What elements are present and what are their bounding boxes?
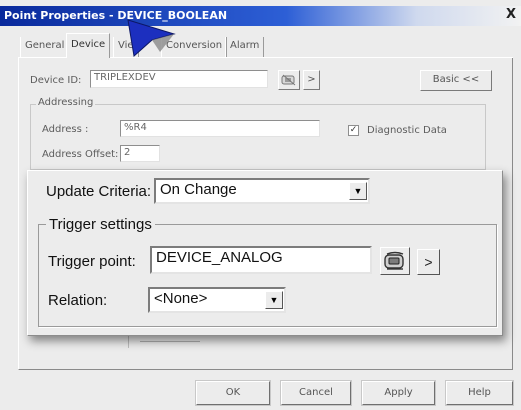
- device-browse-icon: [281, 74, 296, 86]
- trigger-point-field[interactable]: DEVICE_ANALOG: [150, 246, 372, 274]
- trigger-browse-icon: [384, 251, 404, 270]
- close-button[interactable]: X: [504, 8, 518, 22]
- address-offset-field[interactable]: 2: [120, 145, 160, 162]
- diagnostic-data-label: Diagnostic Data: [367, 125, 447, 136]
- apply-button[interactable]: Apply: [361, 380, 436, 406]
- addressing-group: [30, 104, 486, 170]
- tab-device[interactable]: Device: [66, 33, 111, 58]
- address-label: Address :: [42, 124, 89, 135]
- title-bar: Point Properties - DEVICE_BOOLEAN X: [0, 6, 521, 26]
- device-more-button[interactable]: >: [303, 70, 320, 90]
- ok-button[interactable]: OK: [195, 380, 271, 406]
- device-browse-button[interactable]: [278, 70, 300, 90]
- update-criteria-dropdown-icon[interactable]: ▼: [349, 182, 367, 200]
- basic-button[interactable]: Basic <<: [420, 70, 492, 91]
- relation-value: <None>: [154, 290, 208, 307]
- address-field[interactable]: %R4: [120, 120, 320, 137]
- cursor-pointer-icon: [127, 19, 176, 57]
- diagnostic-data-checkbox[interactable]: ✓: [348, 125, 359, 136]
- trigger-point-browse-button[interactable]: [380, 247, 410, 275]
- blurred-field-edge: [140, 341, 200, 342]
- update-criteria-select[interactable]: On Change ▼: [154, 178, 370, 204]
- trigger-point-more-button[interactable]: >: [417, 249, 440, 275]
- relation-select[interactable]: <None> ▼: [148, 287, 286, 313]
- address-offset-label: Address Offset:: [42, 149, 119, 160]
- tab-general[interactable]: General: [20, 37, 70, 57]
- blurred-divider: [128, 336, 129, 348]
- relation-label: Relation:: [48, 292, 108, 309]
- addressing-group-label: Addressing: [36, 97, 96, 108]
- update-criteria-value: On Change: [160, 181, 237, 198]
- device-id-field[interactable]: TRIPLEXDEV: [90, 70, 268, 88]
- update-criteria-label: Update Criteria:: [46, 183, 152, 200]
- cancel-button[interactable]: Cancel: [280, 380, 352, 406]
- trigger-point-label: Trigger point:: [48, 253, 136, 270]
- tab-alarm[interactable]: Alarm: [225, 37, 265, 57]
- device-id-label: Device ID:: [30, 75, 82, 86]
- relation-dropdown-icon[interactable]: ▼: [265, 291, 283, 309]
- help-button[interactable]: Help: [445, 380, 514, 406]
- trigger-settings-label: Trigger settings: [46, 216, 155, 233]
- window-title: Point Properties - DEVICE_BOOLEAN: [4, 9, 228, 22]
- magnified-trigger-panel: Update Criteria: On Change ▼ Trigger set…: [27, 170, 503, 336]
